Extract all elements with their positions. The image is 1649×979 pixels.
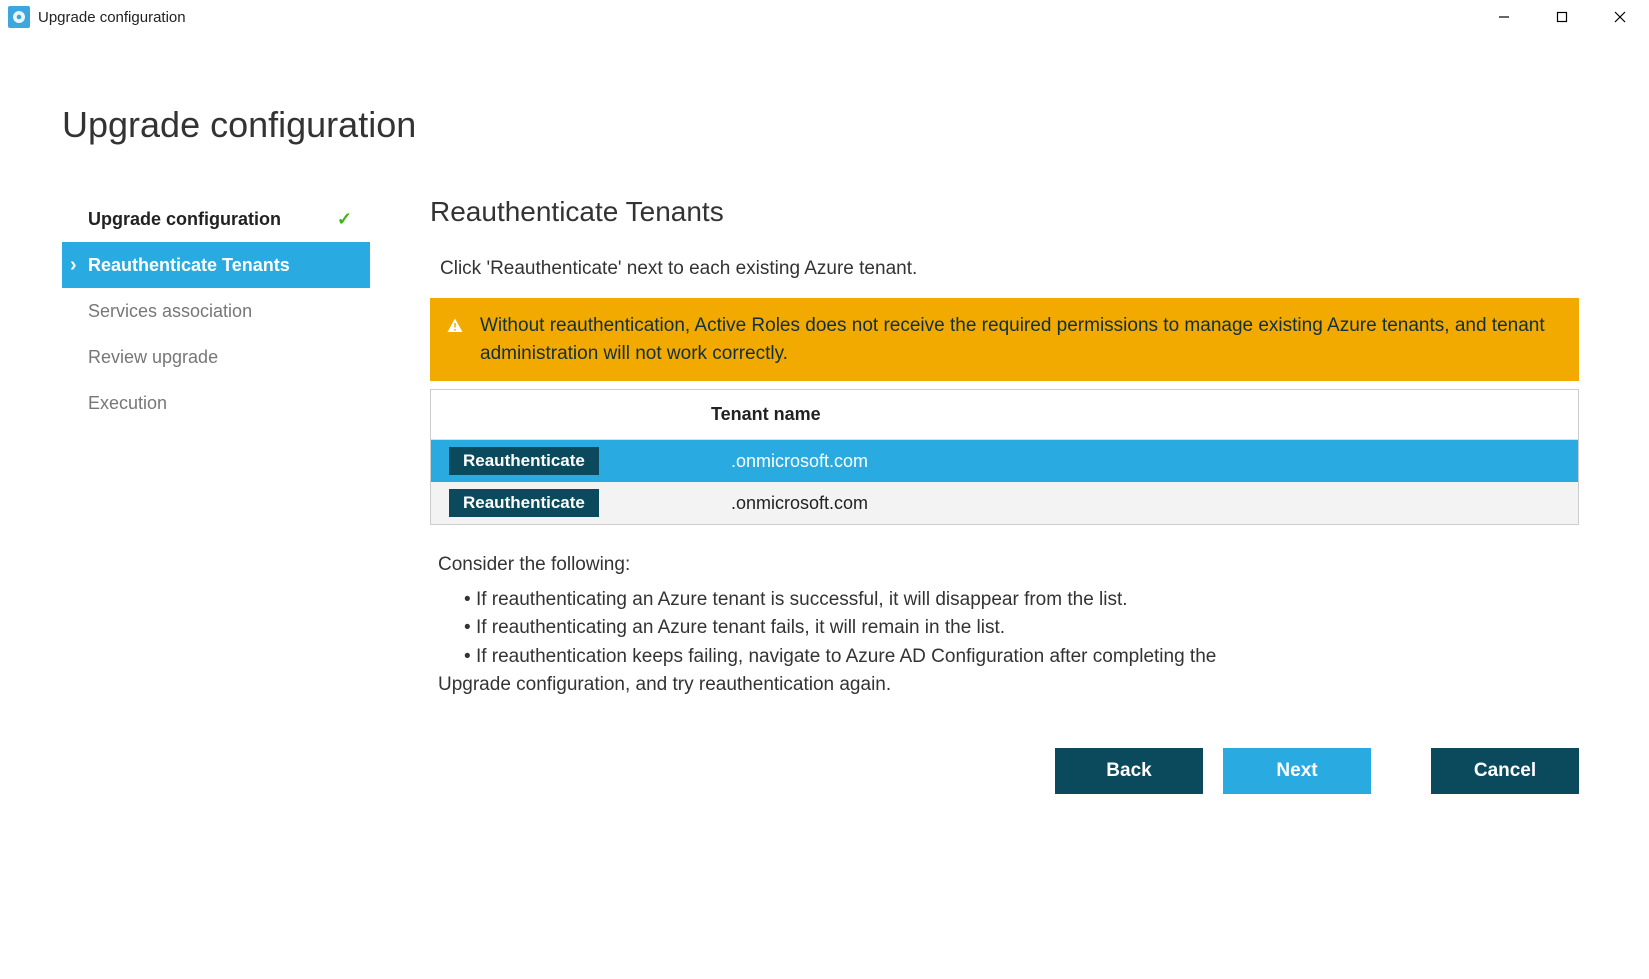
consider-trail: Upgrade configuration, and try reauthent…	[430, 671, 1579, 700]
nav-item-upgrade-configuration[interactable]: Upgrade configuration ✓	[62, 196, 370, 242]
warning-banner: Without reauthentication, Active Roles d…	[430, 298, 1579, 381]
nav-item-label: Reauthenticate Tenants	[88, 255, 370, 276]
minimize-button[interactable]	[1475, 0, 1533, 34]
window-title: Upgrade configuration	[38, 9, 186, 26]
nav-item-label: Review upgrade	[88, 347, 370, 368]
page-title: Upgrade configuration	[62, 104, 1649, 146]
wizard-nav: Upgrade configuration ✓ Reauthenticate T…	[0, 196, 370, 794]
nav-item-label: Execution	[88, 393, 370, 414]
main-content: Reauthenticate Tenants Click 'Reauthenti…	[370, 196, 1649, 794]
column-header-tenant-name: Tenant name	[631, 404, 1578, 425]
table-header: Tenant name	[431, 390, 1578, 440]
maximize-button[interactable]	[1533, 0, 1591, 34]
consider-bullet: If reauthentication keeps failing, navig…	[464, 643, 1579, 672]
section-title: Reauthenticate Tenants	[430, 196, 1579, 228]
titlebar: Upgrade configuration	[0, 0, 1649, 34]
close-button[interactable]	[1591, 0, 1649, 34]
nav-item-services-association[interactable]: Services association	[62, 288, 370, 334]
tenant-table: Tenant name Reauthenticate .onmicrosoft.…	[430, 389, 1579, 525]
nav-item-label: Services association	[88, 301, 370, 322]
nav-item-execution[interactable]: Execution	[62, 380, 370, 426]
warning-text: Without reauthentication, Active Roles d…	[480, 315, 1545, 364]
app-icon	[8, 6, 30, 28]
checkmark-icon: ✓	[337, 209, 352, 230]
consider-bullet: If reauthenticating an Azure tenant is s…	[464, 586, 1579, 615]
nav-item-reauthenticate-tenants[interactable]: Reauthenticate Tenants	[62, 242, 370, 288]
instruction-text: Click 'Reauthenticate' next to each exis…	[430, 258, 1579, 280]
table-row[interactable]: Reauthenticate .onmicrosoft.com	[431, 440, 1578, 482]
tenant-name-cell: .onmicrosoft.com	[631, 451, 1578, 472]
back-button[interactable]: Back	[1055, 748, 1203, 794]
next-button[interactable]: Next	[1223, 748, 1371, 794]
consider-bullet: If reauthenticating an Azure tenant fail…	[464, 614, 1579, 643]
nav-item-label: Upgrade configuration	[88, 209, 337, 230]
reauthenticate-button[interactable]: Reauthenticate	[449, 447, 599, 475]
window-controls	[1475, 0, 1649, 34]
consider-heading: Consider the following:	[430, 551, 1579, 580]
wizard-buttons: Back Next Cancel	[430, 748, 1579, 794]
nav-item-review-upgrade[interactable]: Review upgrade	[62, 334, 370, 380]
warning-icon	[446, 316, 464, 334]
reauthenticate-button[interactable]: Reauthenticate	[449, 489, 599, 517]
consider-section: Consider the following: If reauthenticat…	[430, 551, 1579, 700]
table-row[interactable]: Reauthenticate .onmicrosoft.com	[431, 482, 1578, 524]
tenant-name-cell: .onmicrosoft.com	[631, 493, 1578, 514]
cancel-button[interactable]: Cancel	[1431, 748, 1579, 794]
